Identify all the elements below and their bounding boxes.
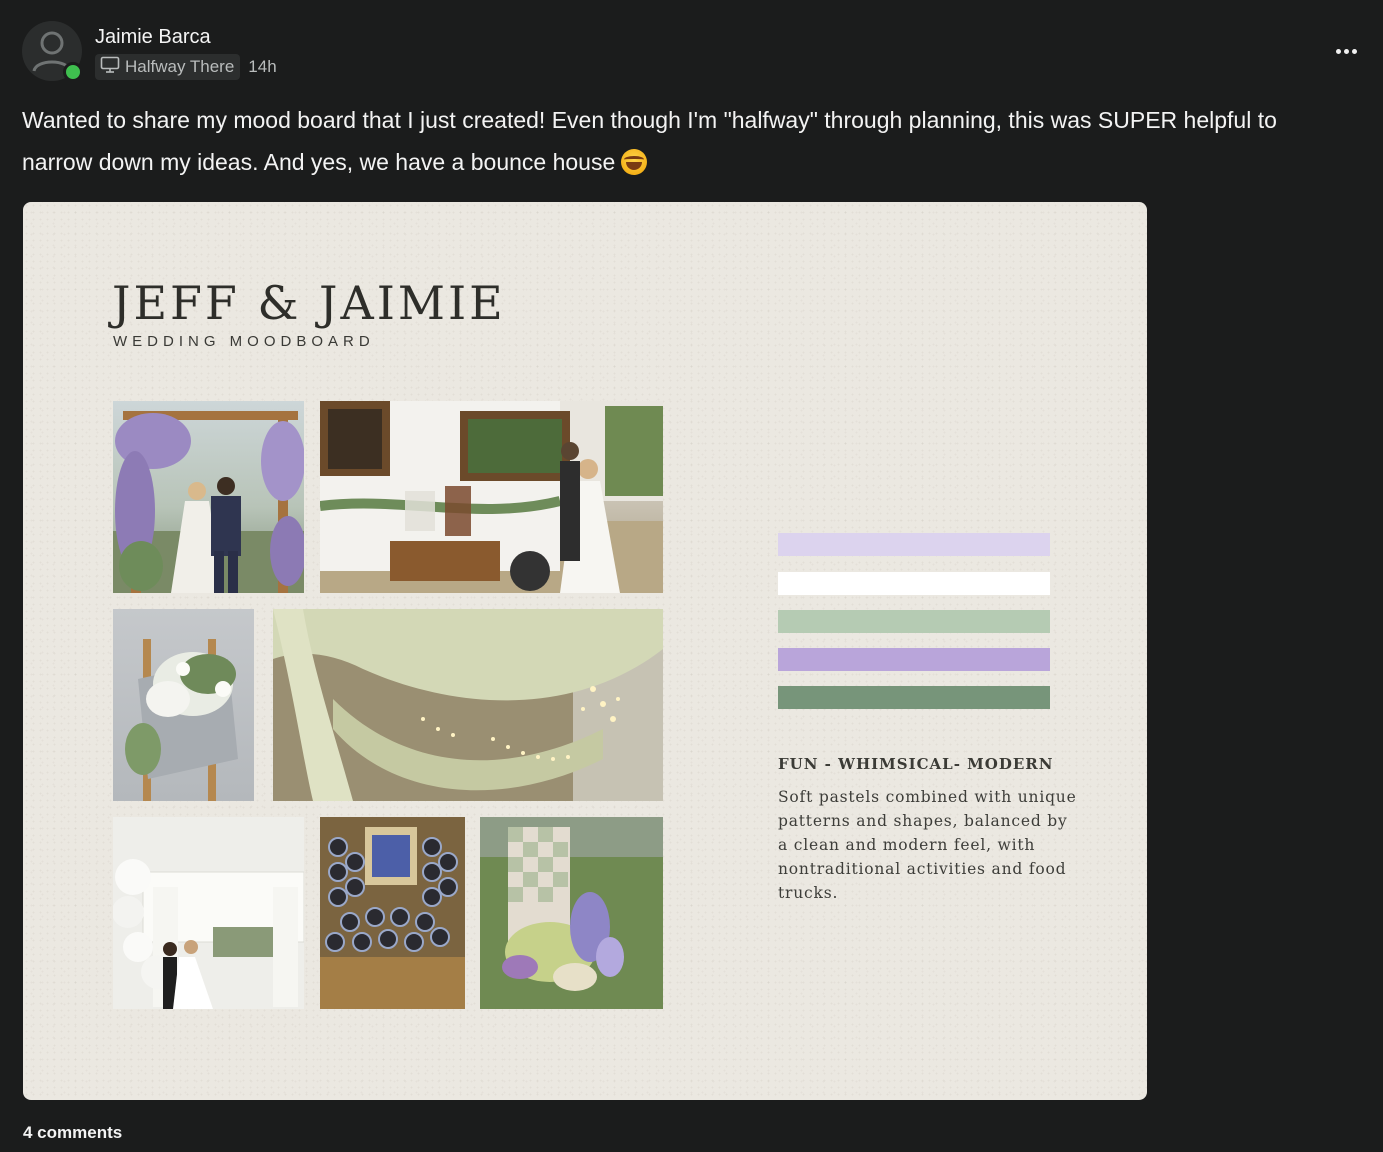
palette-swatch-lavender xyxy=(778,533,1050,556)
floral-arch-couple-photo xyxy=(113,401,304,593)
floral-welcome-sign-photo xyxy=(113,609,254,801)
draped-fabric-lights-photo xyxy=(273,609,663,801)
post-image[interactable]: JEFF & JAIMIE WEDDING MOODBOARD FUN - WH… xyxy=(23,202,1147,1100)
post-header: Jaimie Barca Halfway There 14h xyxy=(22,21,1362,82)
moodboard-description: Soft pastels combined with unique patter… xyxy=(778,788,1077,902)
palette-swatch-green xyxy=(778,686,1050,709)
palette-swatch-white xyxy=(778,572,1050,595)
palette-swatch-sage xyxy=(778,610,1050,633)
post-meta: Halfway There 14h xyxy=(95,54,277,80)
post-text-content: Wanted to share my mood board that I jus… xyxy=(22,107,1277,175)
group-name: Halfway There xyxy=(125,57,235,76)
author-name[interactable]: Jaimie Barca xyxy=(95,26,211,49)
post-text: Wanted to share my mood board that I jus… xyxy=(22,99,1342,183)
palette-swatch-purple xyxy=(778,648,1050,671)
monitor-icon xyxy=(100,56,120,79)
bounce-house-couple-photo xyxy=(113,817,304,1009)
laughing-emoji-icon xyxy=(621,149,648,175)
more-options-icon[interactable] xyxy=(1330,41,1362,61)
online-status-indicator xyxy=(63,62,83,82)
checkered-floral-pillar-photo xyxy=(480,817,663,1009)
moodboard-subtitle: WEDDING MOODBOARD xyxy=(113,333,375,350)
seating-chart-wall-photo xyxy=(320,817,465,1009)
moodboard-tagline: FUN - WHIMSICAL- MODERN xyxy=(778,755,1054,773)
vintage-bar-truck-photo xyxy=(320,401,663,593)
moodboard-title: JEFF & JAIMIE xyxy=(112,276,506,330)
post-time: 14h xyxy=(248,57,277,76)
group-chip[interactable]: Halfway There xyxy=(95,54,241,80)
comments-link[interactable]: 4 comments xyxy=(23,1123,122,1143)
